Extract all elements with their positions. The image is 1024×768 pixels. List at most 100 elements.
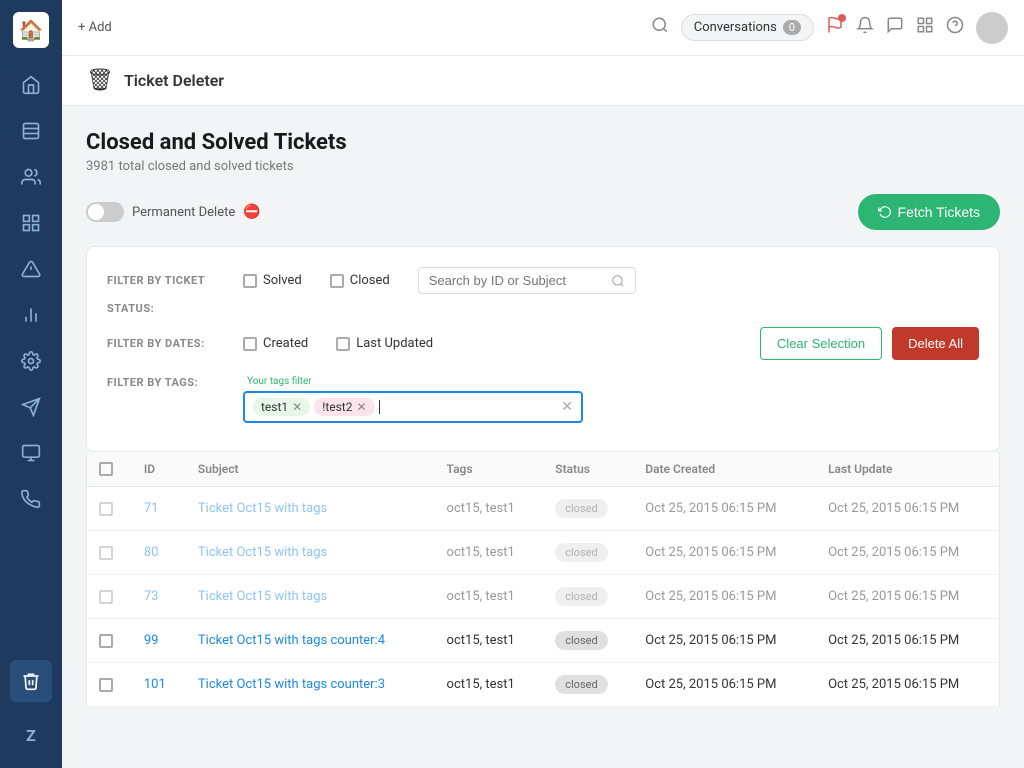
select-all-checkbox[interactable] bbox=[99, 462, 113, 476]
table-row: 101 Ticket Oct15 with tags counter:3 oct… bbox=[87, 663, 1000, 707]
ticket-subject-99[interactable]: Ticket Oct15 with tags counter:4 bbox=[198, 633, 385, 648]
status-badge-71: closed bbox=[555, 499, 607, 518]
ticket-subject-71[interactable]: Ticket Oct15 with tags bbox=[198, 501, 327, 516]
sidebar-item-send[interactable] bbox=[10, 386, 52, 428]
ticket-id-101[interactable]: 101 bbox=[144, 677, 166, 692]
ticket-id-80[interactable]: 80 bbox=[144, 545, 159, 560]
delete-all-button[interactable]: Delete All bbox=[892, 327, 979, 360]
sidebar-item-users[interactable] bbox=[10, 156, 52, 198]
ticket-table: ID Subject Tags Status Date Created Last… bbox=[86, 452, 1000, 707]
created-label: Created bbox=[263, 336, 308, 351]
tag-chip-test1: test1 ✕ bbox=[253, 398, 310, 416]
row-checkbox-99[interactable] bbox=[99, 634, 113, 648]
grid-icon[interactable] bbox=[916, 16, 934, 39]
ticket-created-99: Oct 25, 2015 06:15 PM bbox=[633, 619, 816, 663]
tag-chip-test1-remove[interactable]: ✕ bbox=[292, 400, 302, 414]
sidebar-logo[interactable]: 🏠 bbox=[13, 12, 49, 48]
ticket-id-99[interactable]: 99 bbox=[144, 633, 159, 648]
sidebar-item-terminal[interactable] bbox=[10, 432, 52, 474]
ticket-updated-101: Oct 25, 2015 06:15 PM bbox=[816, 663, 999, 707]
tag-chip-test2-label: !test2 bbox=[322, 400, 352, 414]
ticket-id-71[interactable]: 71 bbox=[144, 501, 159, 516]
ticket-subject-101[interactable]: Ticket Oct15 with tags counter:3 bbox=[198, 677, 385, 692]
flag-icon[interactable] bbox=[826, 16, 844, 39]
help-icon[interactable] bbox=[946, 16, 964, 39]
sidebar-item-apps[interactable] bbox=[10, 202, 52, 244]
avatar[interactable] bbox=[976, 12, 1008, 44]
filter-dates-label: FILTER BY DATES: bbox=[107, 337, 227, 350]
permanent-delete-toggle[interactable] bbox=[86, 202, 124, 222]
permanent-delete-row: Permanent Delete ⛔ bbox=[86, 202, 261, 222]
sidebar: 🏠 Z bbox=[0, 0, 62, 768]
status-badge-101: closed bbox=[555, 675, 607, 694]
tag-cursor bbox=[379, 400, 380, 414]
filter-tags-label: FILTER BY TAGS: bbox=[107, 376, 227, 389]
table-row: 80 Ticket Oct15 with tags oct15, test1 c… bbox=[87, 531, 1000, 575]
closed-checkbox[interactable] bbox=[330, 274, 344, 288]
ticket-id-73[interactable]: 73 bbox=[144, 589, 159, 604]
ticket-updated-99: Oct 25, 2015 06:15 PM bbox=[816, 619, 999, 663]
sidebar-item-phone[interactable] bbox=[10, 478, 52, 520]
search-icon[interactable] bbox=[651, 16, 669, 39]
main-container: + Add Conversations 0 🗑 Ti bbox=[62, 0, 1024, 768]
ticket-updated-73: Oct 25, 2015 06:15 PM bbox=[816, 575, 999, 619]
search-box[interactable] bbox=[418, 267, 636, 294]
status-sublabel: STATUS: bbox=[107, 302, 979, 315]
ticket-created-101: Oct 25, 2015 06:15 PM bbox=[633, 663, 816, 707]
ticket-tags-80: oct15, test1 bbox=[435, 531, 544, 575]
page-title: Closed and Solved Tickets bbox=[86, 130, 1000, 155]
filter-ticket-row: FILTER BY TICKET Solved Closed bbox=[107, 267, 979, 294]
tags-input-container[interactable]: test1 ✕ !test2 ✕ ✕ bbox=[243, 391, 583, 423]
sidebar-item-home[interactable] bbox=[10, 64, 52, 106]
conversations-button[interactable]: Conversations 0 bbox=[681, 14, 814, 41]
ticket-tags-101: oct15, test1 bbox=[435, 663, 544, 707]
sidebar-item-zendesk[interactable]: Z bbox=[10, 714, 52, 756]
topnav: + Add Conversations 0 bbox=[62, 0, 1024, 56]
conversations-count: 0 bbox=[783, 20, 801, 35]
search-input[interactable] bbox=[429, 273, 605, 288]
filter-dates-row: FILTER BY DATES: Created Last Updated Cl… bbox=[107, 327, 979, 360]
app-header: 🗑 Ticket Deleter bbox=[62, 56, 1024, 106]
fetch-tickets-label: Fetch Tickets bbox=[898, 204, 980, 220]
content-wrapper: ID Subject Tags Status Date Created Last… bbox=[86, 452, 1000, 707]
row-checkbox-73[interactable] bbox=[99, 590, 113, 604]
chat-icon[interactable] bbox=[886, 16, 904, 39]
your-tags-label: Your tags filter bbox=[247, 376, 583, 387]
status-badge-73: closed bbox=[555, 587, 607, 606]
filter-panel: FILTER BY TICKET Solved Closed bbox=[86, 246, 1000, 452]
col-header-status: Status bbox=[543, 452, 633, 487]
sidebar-item-trash[interactable] bbox=[10, 660, 52, 702]
table-header: ID Subject Tags Status Date Created Last… bbox=[87, 452, 1000, 487]
ticket-created-80: Oct 25, 2015 06:15 PM bbox=[633, 531, 816, 575]
ticket-tags-73: oct15, test1 bbox=[435, 575, 544, 619]
sidebar-item-alerts[interactable] bbox=[10, 248, 52, 290]
sidebar-item-reports[interactable] bbox=[10, 294, 52, 336]
solved-checkbox[interactable] bbox=[243, 274, 257, 288]
created-checkbox[interactable] bbox=[243, 337, 257, 351]
ticket-subject-80[interactable]: Ticket Oct15 with tags bbox=[198, 545, 327, 560]
col-header-date-created: Date Created bbox=[633, 452, 816, 487]
sidebar-item-tickets[interactable] bbox=[10, 110, 52, 152]
row-checkbox-80[interactable] bbox=[99, 546, 113, 560]
filter-tags-row: FILTER BY TAGS: Your tags filter test1 ✕… bbox=[107, 376, 979, 431]
bell-icon[interactable] bbox=[856, 16, 874, 39]
solved-checkbox-group: Solved bbox=[243, 273, 314, 288]
clear-tags-icon[interactable]: ✕ bbox=[561, 399, 573, 415]
ticket-created-71: Oct 25, 2015 06:15 PM bbox=[633, 487, 816, 531]
ticket-tags-99: oct15, test1 bbox=[435, 619, 544, 663]
ticket-subject-73[interactable]: Ticket Oct15 with tags bbox=[198, 589, 327, 604]
ticket-updated-80: Oct 25, 2015 06:15 PM bbox=[816, 531, 999, 575]
toggle-knob bbox=[88, 204, 104, 220]
last-updated-checkbox[interactable] bbox=[336, 337, 350, 351]
sidebar-item-settings[interactable] bbox=[10, 340, 52, 382]
ticket-updated-71: Oct 25, 2015 06:15 PM bbox=[816, 487, 999, 531]
add-button[interactable]: + Add bbox=[78, 20, 112, 35]
row-checkbox-101[interactable] bbox=[99, 678, 113, 692]
permanent-delete-label: Permanent Delete bbox=[132, 205, 235, 220]
table-body: 71 Ticket Oct15 with tags oct15, test1 c… bbox=[87, 487, 1000, 707]
clear-selection-button[interactable]: Clear Selection bbox=[760, 327, 882, 360]
row-checkbox-71[interactable] bbox=[99, 502, 113, 516]
fetch-tickets-button[interactable]: Fetch Tickets bbox=[858, 194, 1000, 230]
tag-chip-test2-remove[interactable]: ✕ bbox=[356, 400, 366, 414]
search-icon bbox=[611, 274, 625, 288]
